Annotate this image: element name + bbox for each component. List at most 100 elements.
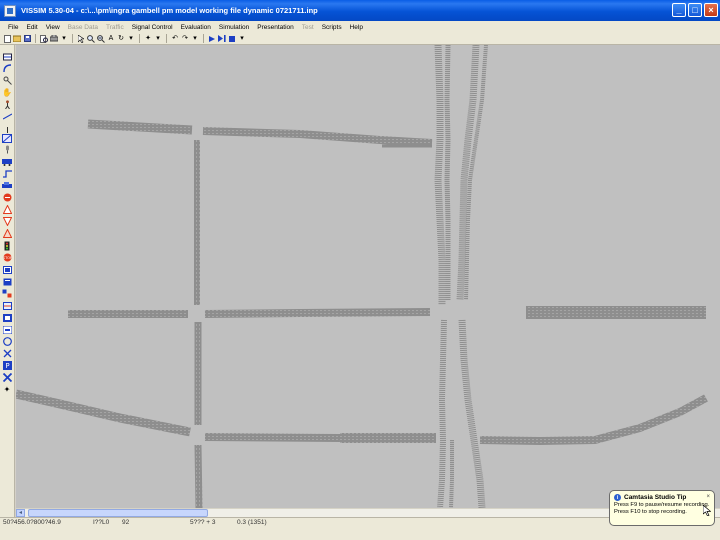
tip-line-2: Press F10 to stop recording.	[614, 509, 687, 515]
status-field-5: 0.3 (1351)	[237, 519, 267, 526]
data-collection-tool-icon[interactable]	[2, 325, 12, 334]
walk-icon[interactable]: ✦	[144, 35, 152, 43]
menu-view[interactable]: View	[46, 24, 60, 31]
road-link[interactable]	[456, 45, 480, 301]
stop-icon[interactable]	[228, 35, 236, 43]
maximize-button[interactable]: □	[688, 3, 702, 17]
camtasia-tip-balloon[interactable]: i Camtasia Studio Tip × Press F9 to paus…	[609, 490, 715, 526]
redo-icon[interactable]: ↷	[181, 35, 189, 43]
window-controls: _ □ ×	[672, 3, 718, 17]
stop-line-tool-icon[interactable]: STOP	[2, 253, 12, 262]
microphone-tool-icon[interactable]	[2, 145, 12, 154]
road-link[interactable]	[444, 45, 451, 300]
main-toolbar: ▾ A ↻ ▾ ✦ ▾ ↶ ↷ ▾ ▾	[0, 33, 720, 45]
stop-sign-tool-icon[interactable]	[2, 193, 12, 202]
pin-tool-icon[interactable]	[2, 124, 12, 133]
step-icon[interactable]	[218, 35, 226, 43]
dynamic-assignment-tool-icon[interactable]	[2, 373, 12, 382]
menu-scripts[interactable]: Scripts	[322, 24, 342, 31]
rotate-dropdown-icon[interactable]: ▾	[127, 35, 135, 43]
status-coordinates: 50?456.0?800?46.9	[3, 519, 61, 526]
road-link[interactable]	[204, 308, 431, 318]
pointer-icon[interactable]	[77, 34, 85, 43]
road-link[interactable]	[479, 394, 708, 446]
road-link[interactable]	[458, 319, 486, 508]
scroll-left-icon[interactable]: ◂	[16, 509, 25, 517]
key-tool-icon[interactable]	[2, 76, 12, 85]
title-bar[interactable]: VISSIM 5.30-04 - c:\...\pm\ingra gambell…	[0, 0, 720, 21]
road-link[interactable]	[437, 319, 447, 508]
print-preview-icon[interactable]	[40, 34, 48, 43]
text-zoom-icon[interactable]: A	[107, 35, 115, 43]
route-tool-icon[interactable]	[2, 169, 12, 178]
link-tool-icon[interactable]	[2, 52, 12, 61]
menu-presentation[interactable]: Presentation	[257, 24, 294, 31]
toolbar-expand-icon[interactable]: ✦	[2, 385, 12, 394]
road-link[interactable]	[16, 389, 191, 437]
selected-background-tool-icon[interactable]	[2, 134, 12, 143]
transit-stop-tool-icon[interactable]	[2, 277, 12, 286]
road-link[interactable]	[202, 127, 433, 147]
toolbar-separator	[203, 34, 204, 43]
tip-line-1: Press F9 to pause/resume recording.	[614, 502, 710, 508]
road-link[interactable]	[526, 306, 706, 319]
connector-tool-icon[interactable]	[2, 64, 12, 73]
road-link[interactable]	[68, 310, 188, 318]
save-icon[interactable]	[23, 35, 31, 43]
new-file-icon[interactable]	[3, 34, 11, 43]
queue-counter-tool-icon[interactable]	[2, 313, 12, 322]
simulation-dropdown-icon[interactable]: ▾	[238, 35, 246, 43]
signal-head-tool-icon[interactable]	[2, 241, 12, 250]
print-dropdown-icon[interactable]: ▾	[60, 35, 68, 43]
hand-tool-icon[interactable]: ✋	[2, 88, 12, 97]
menu-traffic[interactable]: Traffic	[106, 24, 124, 31]
minimize-button[interactable]: _	[672, 3, 686, 17]
menu-test[interactable]: Test	[302, 24, 314, 31]
bottom-strip	[0, 528, 720, 540]
menu-edit[interactable]: Edit	[26, 24, 37, 31]
parking-tool-icon[interactable]	[2, 289, 12, 298]
road-link[interactable]	[194, 444, 203, 508]
zoom-out-icon[interactable]	[97, 34, 105, 43]
detector-tool-icon[interactable]	[2, 265, 12, 274]
close-button[interactable]: ×	[704, 3, 718, 17]
road-link[interactable]	[340, 433, 436, 443]
conflict-tool-icon[interactable]	[2, 229, 12, 238]
walk-dropdown-icon[interactable]: ▾	[154, 35, 162, 43]
road-network-svg	[16, 45, 708, 508]
status-field-4: 5??? + 3	[190, 519, 216, 526]
toolbar-separator	[139, 34, 140, 43]
rotate-icon[interactable]: ↻	[117, 35, 125, 43]
menu-signal-control[interactable]: Signal Control	[132, 24, 173, 31]
undo-icon[interactable]: ↶	[171, 35, 179, 43]
zoom-in-icon[interactable]	[87, 34, 95, 43]
road-link[interactable]	[204, 433, 341, 442]
measure-tool-icon[interactable]	[2, 112, 12, 121]
menu-help[interactable]: Help	[350, 24, 363, 31]
redo-dropdown-icon[interactable]: ▾	[191, 35, 199, 43]
open-folder-icon[interactable]	[13, 35, 21, 43]
road-link[interactable]	[434, 45, 446, 305]
road-link[interactable]	[449, 440, 454, 508]
play-icon[interactable]	[208, 35, 216, 43]
warning-tool-icon[interactable]	[2, 205, 12, 214]
scroll-thumb[interactable]	[28, 509, 208, 517]
menu-evaluation[interactable]: Evaluation	[181, 24, 211, 31]
node-tool-icon[interactable]	[2, 337, 12, 346]
parking-lot-tool-icon[interactable]: P	[2, 361, 12, 370]
travel-time-tool-icon[interactable]	[2, 301, 12, 310]
menu-file[interactable]: File	[8, 24, 18, 31]
network-canvas[interactable]	[16, 45, 720, 508]
bus-tool-icon[interactable]	[2, 157, 12, 166]
pedestrian-tool-icon[interactable]	[2, 100, 12, 109]
tip-close-icon[interactable]: ×	[706, 494, 710, 500]
road-link[interactable]	[87, 119, 193, 135]
section-tool-icon[interactable]	[2, 349, 12, 358]
vehicle-input-tool-icon[interactable]	[2, 181, 12, 190]
toolbar-separator	[35, 34, 36, 43]
menu-simulation[interactable]: Simulation	[219, 24, 249, 31]
priority-tool-icon[interactable]	[2, 217, 12, 226]
print-icon[interactable]	[50, 35, 58, 43]
svg-text:P: P	[5, 362, 9, 370]
menu-base-data[interactable]: Base Data	[68, 24, 98, 31]
